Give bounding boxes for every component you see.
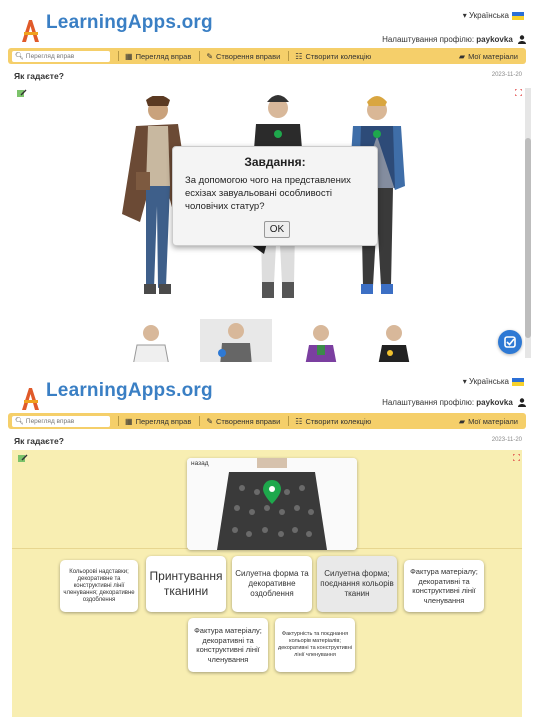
answer-card-selected[interactable]: Силуетна форма; поєднання кольорів ткани… [317,556,397,612]
nav-my-materials[interactable]: ▰ Мої матеріали [459,52,518,61]
folder-icon: ▰ [458,416,466,426]
answer-card[interactable]: Силуетна форма та декоративне оздоблення [232,556,312,612]
search-box[interactable]: 🔍︎ [12,50,110,62]
profile-label: Налаштування профілю: [382,398,475,407]
app-icon[interactable] [18,454,28,463]
matching-board: назад Кольорові надставки; декоративне т… [12,450,522,717]
screenshot-top: LearningApps.org ▾ Українська Налаштуван… [0,0,534,362]
thumbnail-1[interactable] [125,321,177,362]
answer-card[interactable]: Фактурність та поєднання кольорів матері… [275,618,355,672]
logo-text: LearningApps.org [46,12,213,33]
nav-divider [288,416,290,426]
flag-icon [512,377,524,386]
logo[interactable]: LearningApps.org [20,376,213,412]
page-title: Як гадаєте? [14,71,64,81]
task-dialog: Завдання: За допомогою чого на представл… [172,146,378,246]
username: paykovka [476,398,513,407]
nav-my-materials-label: Мої матеріали [468,51,518,61]
nav-create-collection[interactable]: ☷ Створити колекцію [295,52,371,61]
nav-browse-label: Перегляд вправ [135,51,192,61]
jacket-image [187,458,357,550]
screenshot-bottom: LearningApps.org ▾ Українська Налаштуван… [0,368,534,717]
nav-create-collection-label: Створити колекцію [305,416,372,426]
nav-divider [118,416,119,426]
nav-divider [199,416,201,426]
username: paykovka [476,35,513,44]
nav-browse[interactable]: ▦ Перегляд вправ [125,52,191,61]
nav-my-materials-label: Мої матеріали [468,416,518,426]
answer-card[interactable]: Фактура матеріалу; декоративні та констр… [188,618,268,672]
profile-link[interactable]: Налаштування профілю: paykovka [382,398,526,408]
main-navbar: 🔍︎ ▦Перегляд вправ ✎Створення вправи ☷Ст… [8,48,526,64]
language-selector[interactable]: ▾ Українська [463,377,524,386]
language-label: Українська [468,377,509,386]
nav-divider [199,51,201,61]
page-date: 2023-11-20 [491,72,522,78]
scrollbar[interactable] [525,88,531,358]
nav-create-collection[interactable]: ☷ Створити колекцію [295,417,371,426]
nav-my-materials[interactable]: ▰ Мої матеріали [459,417,518,426]
nav-browse[interactable]: ▦ Перегляд вправ [125,417,191,426]
main-navbar: 🔍︎ ▦Перегляд вправ ✎Створення вправи ☷Ст… [8,413,526,429]
collection-icon: ☷ [295,51,303,61]
user-icon [518,35,526,45]
nav-create-exercise-label: Створення вправи [216,416,281,426]
profile-label: Налаштування профілю: [382,35,475,44]
nav-browse-label: Перегляд вправ [135,416,192,426]
pencil-icon: ✎ [206,416,214,426]
nav-divider [118,51,119,61]
answer-card[interactable]: Принтування тканини [146,556,226,612]
edit-fab-button[interactable] [498,330,522,354]
search-box[interactable]: 🔍︎ [12,415,110,427]
grid-icon: ▦ [125,416,133,426]
chevron-down-icon: ▾ [462,377,467,386]
nav-create-exercise-label: Створення вправи [216,51,281,61]
image-card[interactable]: назад [187,458,357,550]
collection-icon: ☷ [295,416,303,426]
nav-create-collection-label: Створити колекцію [305,51,372,61]
search-icon: 🔍︎ [15,53,24,60]
ok-button[interactable]: OK [264,221,290,238]
search-input[interactable] [25,52,106,60]
thumbnail-4[interactable] [368,321,420,362]
nav-create-exercise[interactable]: ✎ Створення вправи [206,417,280,426]
dialog-text: За допомогою чого на представлених есхіз… [185,175,351,212]
search-icon: 🔍︎ [15,418,24,425]
page-title: Як гадаєте? [14,436,64,446]
folder-icon: ▰ [458,51,466,61]
thumbnail-2[interactable] [200,319,272,362]
answer-card[interactable]: Кольорові надставки; декоративне та конс… [60,560,138,612]
logo[interactable]: LearningApps.org [20,8,213,44]
search-input[interactable] [25,417,106,425]
page-date: 2023-11-20 [491,437,522,443]
chevron-down-icon: ▾ [462,11,467,20]
grid-icon: ▦ [125,51,133,61]
nav-create-exercise[interactable]: ✎ Створення вправи [206,52,280,61]
language-selector[interactable]: ▾ Українська [463,11,524,20]
dialog-title: Завдання: [244,155,306,169]
thumbnail-3[interactable] [295,321,347,362]
nav-divider [288,51,290,61]
logo-text: LearningApps.org [46,380,213,401]
logo-mark-icon [22,388,39,410]
scroll-thumb[interactable] [525,138,531,338]
back-label[interactable]: назад [191,460,209,467]
language-label: Українська [468,11,509,20]
pencil-icon: ✎ [206,51,214,61]
flag-icon [512,11,524,20]
fullscreen-icon[interactable] [513,454,520,461]
answer-card[interactable]: Фактура матеріалу; декоративні та констр… [404,560,484,612]
user-icon [518,398,526,408]
profile-link[interactable]: Налаштування профілю: paykovka [382,35,526,45]
check-edit-icon [504,336,516,348]
logo-mark-icon [22,20,39,42]
